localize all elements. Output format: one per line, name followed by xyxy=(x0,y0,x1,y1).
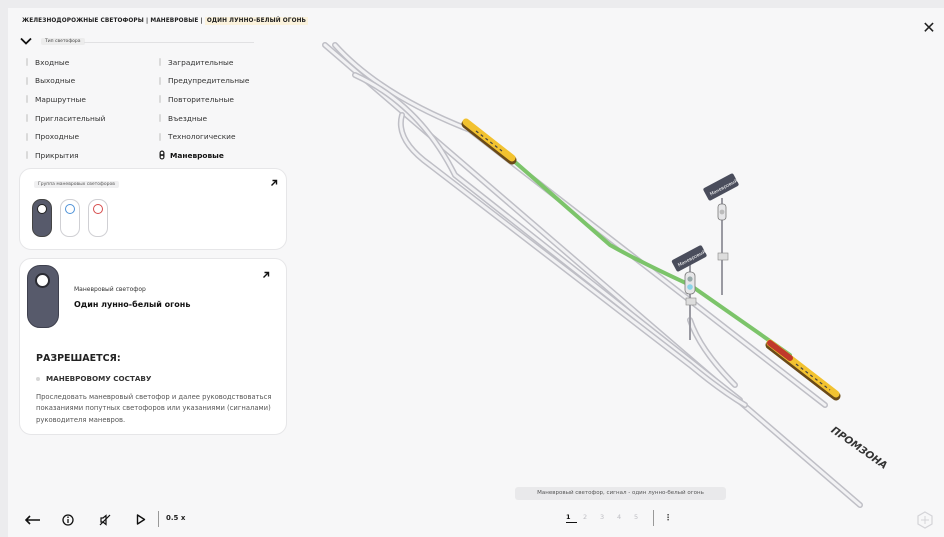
sound-off-icon xyxy=(99,513,111,526)
type-item-warning[interactable]: Предупредительные xyxy=(159,72,249,91)
play-icon xyxy=(136,514,146,525)
breadcrumb: ЖЕЛЕЗНОДОРОЖНЫЕ СВЕТОФОРЫ | МАНЕВРОВЫЕ |… xyxy=(22,17,309,25)
type-selector-label: Тип светофора xyxy=(41,37,85,45)
type-item-repeater[interactable]: Повторительные xyxy=(159,90,249,109)
expand-arrow-icon[interactable] xyxy=(262,271,270,279)
variant-white-signal[interactable] xyxy=(32,199,52,237)
breadcrumb-root[interactable]: ЖЕЛЕЗНОДОРОЖНЫЕ СВЕТОФОРЫ xyxy=(22,18,144,24)
type-list-col2: Заградительные Предупредительные Повтори… xyxy=(159,53,249,165)
play-button[interactable] xyxy=(136,513,146,526)
type-item-barrier[interactable]: Заградительные xyxy=(159,53,249,72)
variant-red-signal[interactable] xyxy=(88,199,108,237)
type-item-entry[interactable]: Входные xyxy=(26,53,105,72)
allowed-target: МАНЕВРОВОМУ СОСТАВУ xyxy=(36,374,151,383)
back-button[interactable] xyxy=(24,513,42,526)
lamp-icon xyxy=(37,204,47,214)
divider xyxy=(653,510,654,526)
signal-description: Проследовать маневровый светофор и далее… xyxy=(36,393,272,424)
type-list-col1: Входные Выходные Маршрутные Пригласитель… xyxy=(26,53,105,165)
breadcrumb-category[interactable]: МАНЕВРОВЫЕ xyxy=(150,18,198,24)
group-card-title: Группа маневровых светофоров xyxy=(34,181,119,188)
signal-name: Один лунно-белый огонь xyxy=(74,300,191,309)
scene-caption: Маневровый светофор, сигнал - один лунно… xyxy=(515,487,726,500)
signal-type: Маневровый светофор xyxy=(74,286,146,293)
more-menu-button[interactable]: ⋮ xyxy=(664,513,672,525)
lamp-icon xyxy=(35,273,50,288)
page-4[interactable]: 4 xyxy=(617,513,634,521)
type-item-passing[interactable]: Проходные xyxy=(26,127,105,146)
signal-group-card: Группа маневровых светофоров xyxy=(19,168,287,250)
breadcrumb-current: ОДИН ЛУННО-БЕЛЫЙ ОГОНЬ xyxy=(204,17,309,25)
lamp-icon xyxy=(93,204,103,214)
page-5[interactable]: 5 xyxy=(634,513,651,521)
signal-info-card: Маневровый светофор Один лунно-белый ого… xyxy=(19,258,287,435)
signal-preview xyxy=(27,265,59,328)
signal-icon xyxy=(159,150,165,160)
chevron-down-icon xyxy=(20,37,32,45)
type-item-technological[interactable]: Технологические xyxy=(159,127,249,146)
divider xyxy=(158,511,159,527)
type-item-cover[interactable]: Прикрытия xyxy=(26,146,105,165)
back-arrow-icon xyxy=(25,514,40,525)
sound-toggle[interactable] xyxy=(99,513,111,526)
divider xyxy=(84,42,254,43)
type-item-invitational[interactable]: Пригласительный xyxy=(26,109,105,128)
page-1[interactable]: 1 xyxy=(566,513,577,523)
type-item-route[interactable]: Маршрутные xyxy=(26,90,105,109)
type-selector-toggle[interactable]: Тип светофора xyxy=(20,37,85,45)
expand-arrow-icon[interactable] xyxy=(270,179,278,187)
info-button[interactable] xyxy=(62,513,74,526)
allowed-heading: РАЗРЕШАЕТСЯ: xyxy=(36,353,121,364)
variant-blue-signal[interactable] xyxy=(60,199,80,237)
info-icon xyxy=(62,513,74,526)
page-3[interactable]: 3 xyxy=(600,513,617,521)
page-2[interactable]: 2 xyxy=(583,513,600,521)
lamp-icon xyxy=(65,204,75,214)
type-item-exit[interactable]: Выходные xyxy=(26,72,105,91)
logo-icon xyxy=(917,511,933,529)
close-button[interactable]: ✕ xyxy=(921,20,937,36)
type-item-shunting[interactable]: Маневровые xyxy=(159,146,249,165)
speed-selector[interactable]: 0.5 x xyxy=(166,514,185,522)
page-nav: 1 2 3 4 5 xyxy=(566,513,651,523)
type-item-approach[interactable]: Въездные xyxy=(159,109,249,128)
